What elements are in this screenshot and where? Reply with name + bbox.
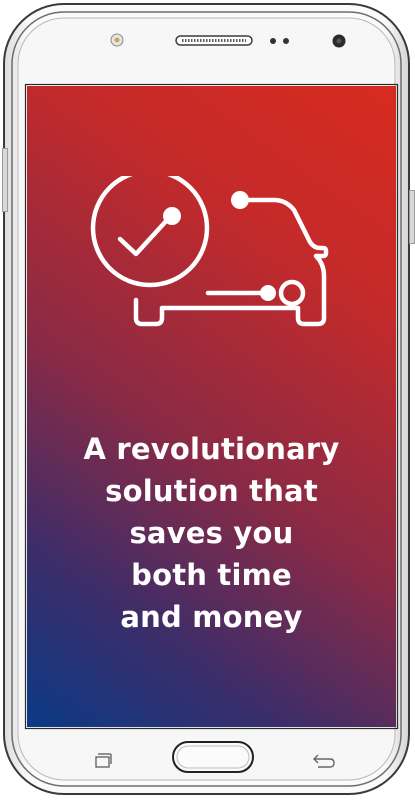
car-check-icon [90,176,329,327]
camera-icon [110,33,124,47]
speaker-grille [175,35,253,46]
headline-line: both time [131,558,292,592]
headline-line: and money [120,600,303,634]
home-button[interactable] [172,741,254,773]
headline: A revolutionary solution that saves you … [27,428,396,638]
volume-button[interactable] [2,148,8,212]
rear-sensor-icon [332,34,346,48]
phone-mockup: A revolutionary solution that saves you … [0,0,415,801]
power-button[interactable] [409,190,415,244]
headline-line: solution that [105,474,318,508]
app-screen: A revolutionary solution that saves you … [27,86,396,727]
headline-line: A revolutionary [83,432,340,466]
headline-line: saves you [129,516,294,550]
